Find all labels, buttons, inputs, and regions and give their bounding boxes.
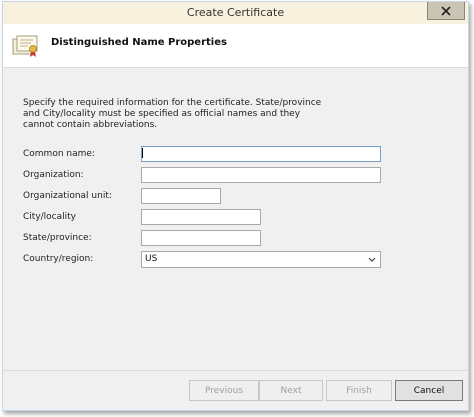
country-selected-value: US <box>145 254 158 264</box>
chevron-down-icon <box>368 257 376 262</box>
country-label: Country/region: <box>23 254 94 264</box>
organizational-unit-label: Organizational unit: <box>23 191 112 201</box>
instructions-text: Specify the required information for the… <box>23 98 322 130</box>
text-caret <box>142 148 143 158</box>
previous-button[interactable]: Previous <box>189 380 259 401</box>
state-label: State/province: <box>23 233 92 243</box>
certificate-icon <box>12 35 38 57</box>
organization-input[interactable] <box>141 167 381 183</box>
close-icon <box>441 5 451 16</box>
window-title: Create Certificate <box>186 6 285 19</box>
close-button[interactable] <box>427 2 465 20</box>
footer-divider <box>3 370 468 371</box>
organizational-unit-input[interactable] <box>141 188 221 204</box>
state-input[interactable] <box>141 230 261 246</box>
dialog-header: Distinguished Name Properties <box>3 24 468 68</box>
organization-label: Organization: <box>23 170 84 180</box>
common-name-input[interactable] <box>141 146 381 162</box>
city-label: City/locality <box>23 212 76 222</box>
country-select[interactable]: US <box>141 251 381 268</box>
cancel-button[interactable]: Cancel <box>395 380 463 401</box>
title-bar: Create Certificate <box>3 2 468 25</box>
page-title: Distinguished Name Properties <box>51 37 227 48</box>
next-button[interactable]: Next <box>259 380 323 401</box>
common-name-label: Common name: <box>23 149 95 159</box>
city-input[interactable] <box>141 209 261 225</box>
create-certificate-dialog: Create Certificate Distinguished Name Pr… <box>2 1 469 411</box>
finish-button[interactable]: Finish <box>326 380 392 401</box>
